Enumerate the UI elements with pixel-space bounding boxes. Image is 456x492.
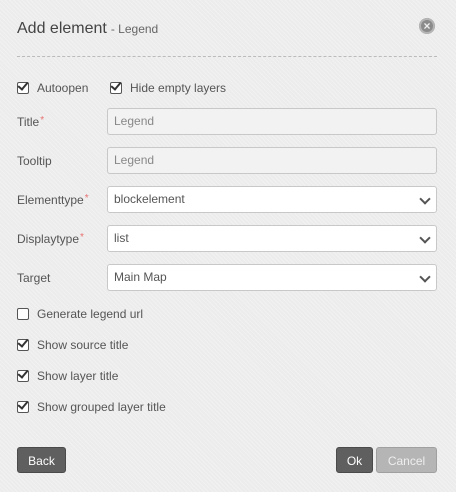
tooltip-input[interactable]: Legend — [107, 147, 437, 174]
show-grouped-layer-title-label: Show grouped layer title — [37, 400, 166, 414]
displaytype-value: list — [114, 231, 129, 245]
show-source-title-checkbox[interactable]: Show source title — [17, 338, 128, 352]
ok-button[interactable]: Ok — [336, 447, 373, 473]
checkbox-icon[interactable] — [17, 308, 29, 320]
chevron-down-icon — [419, 271, 431, 283]
back-button[interactable]: Back — [17, 447, 66, 473]
generate-legend-url-checkbox[interactable]: Generate legend url — [17, 307, 143, 321]
displaytype-label: Displaytype* — [17, 232, 84, 246]
displaytype-label-text: Displaytype — [17, 232, 80, 246]
required-marker: * — [80, 232, 84, 243]
elementtype-value: blockelement — [114, 192, 185, 206]
target-select[interactable]: Main Map — [107, 264, 437, 291]
checkbox-icon[interactable] — [17, 401, 29, 413]
show-grouped-layer-title-checkbox[interactable]: Show grouped layer title — [17, 400, 166, 414]
title-input[interactable]: Legend — [107, 108, 437, 135]
generate-legend-url-label: Generate legend url — [37, 307, 144, 321]
checkbox-icon[interactable] — [17, 339, 29, 351]
autoopen-label: Autoopen — [37, 81, 89, 95]
required-marker: * — [40, 115, 45, 126]
checkbox-icon[interactable] — [17, 370, 29, 382]
target-value: Main Map — [114, 270, 167, 284]
title-label: Title* — [17, 115, 44, 129]
add-element-dialog: Add element - Legend × Autoopen Hide empt… — [0, 0, 456, 492]
elementtype-label-text: Elementtype — [17, 193, 84, 207]
autoopen-checkbox[interactable]: Autoopen — [17, 81, 88, 95]
checkbox-icon[interactable] — [17, 82, 29, 94]
dialog-subtitle: - Legend — [110, 22, 159, 36]
show-source-title-label: Show source title — [37, 338, 129, 352]
checkbox-icon[interactable] — [110, 82, 122, 94]
cancel-button[interactable]: Cancel — [376, 447, 437, 473]
close-icon[interactable]: × — [419, 18, 435, 34]
tooltip-label: Tooltip — [17, 154, 52, 168]
hide-empty-layers-label: Hide empty layers — [130, 81, 227, 95]
show-layer-title-checkbox[interactable]: Show layer title — [17, 369, 118, 383]
required-marker: * — [84, 193, 89, 204]
target-label: Target — [17, 271, 51, 285]
dialog-header: Add element - Legend — [17, 20, 158, 38]
displaytype-select[interactable]: list — [107, 225, 437, 252]
dialog-title: Add element — [17, 20, 107, 37]
hide-empty-layers-checkbox[interactable]: Hide empty layers — [110, 81, 226, 95]
chevron-down-icon — [419, 232, 431, 244]
title-label-text: Title — [17, 115, 40, 129]
header-divider — [17, 56, 437, 57]
chevron-down-icon — [419, 193, 431, 205]
elementtype-select[interactable]: blockelement — [107, 186, 437, 213]
show-layer-title-label: Show layer title — [37, 369, 119, 383]
elementtype-label: Elementtype* — [17, 193, 89, 207]
